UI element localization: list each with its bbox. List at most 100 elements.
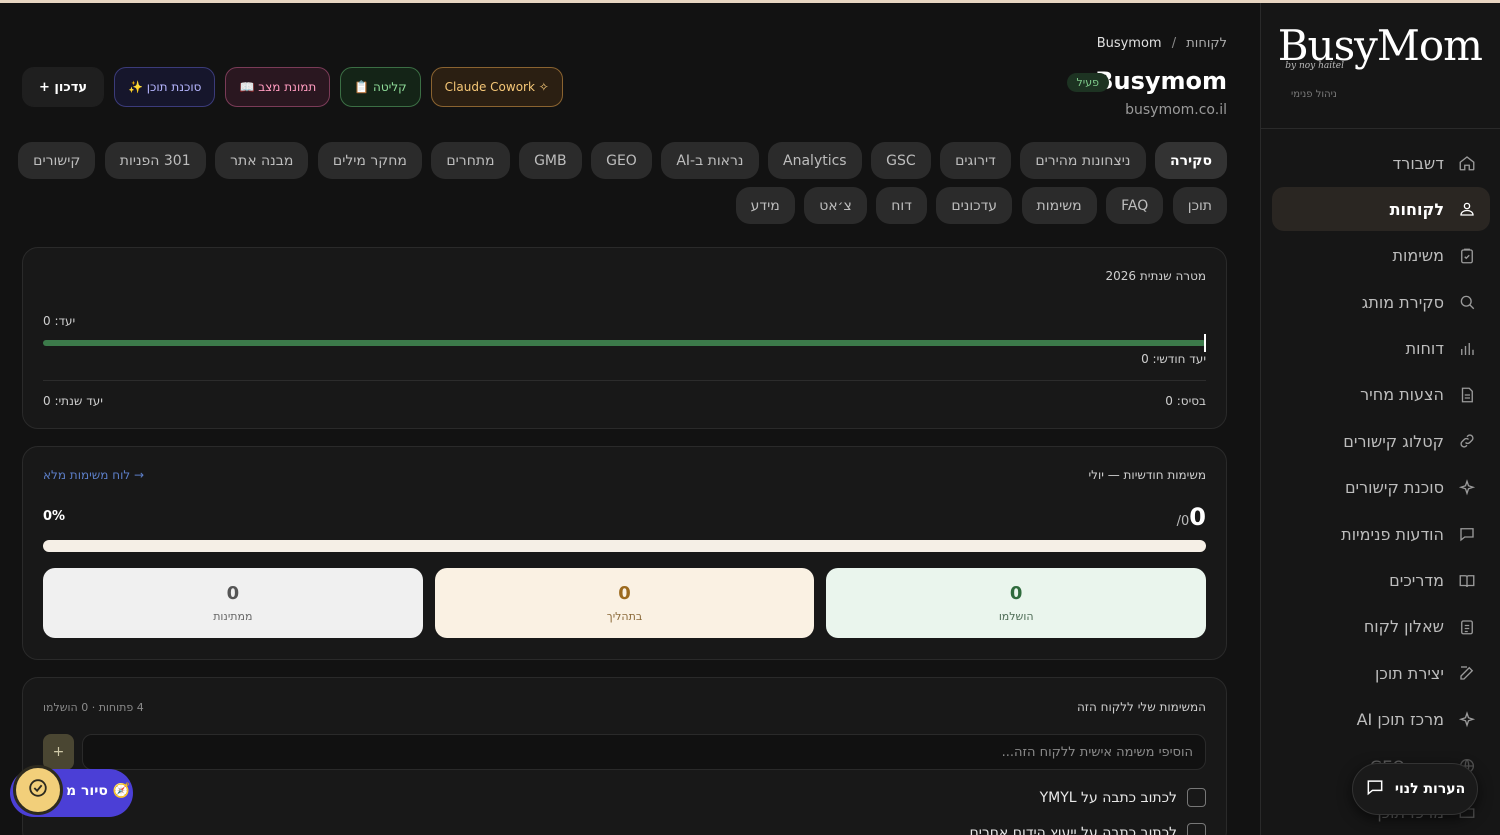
intake-button[interactable]: 📋 קליטה xyxy=(340,67,421,107)
stat-label: הושלמו xyxy=(998,610,1034,623)
edit-icon xyxy=(1456,662,1478,684)
client-tabs: סקירה ניצחונות מהירים דירוגים GSC Analyt… xyxy=(18,142,1227,232)
tab-rankings[interactable]: דירוגים xyxy=(940,142,1011,179)
sidebar-item-quotes[interactable]: הצעות מחיר xyxy=(1272,373,1490,417)
breadcrumb-parent[interactable]: לקוחות xyxy=(1186,36,1227,51)
annual-goal-title: מטרה שנתית 2026 xyxy=(1105,269,1206,283)
search-icon xyxy=(1456,291,1478,313)
stat-pending: 0 ממתינות xyxy=(42,568,423,638)
my-tasks-card: המשימות שלי ללקוח הזה 4 פתוחות · 0 הושלמ… xyxy=(22,677,1227,835)
status-snapshot-button[interactable]: 📖 תמונת מצב xyxy=(225,67,331,107)
sidebar-nav: דשבורד לקוחות משימות סקירת מותג דוחות הצ… xyxy=(1272,141,1490,835)
main-content: לקוחות / Busymom Busymom פעיל busymom.co… xyxy=(18,3,1227,835)
sidebar-item-client-questionnaire[interactable]: שאלון לקוח xyxy=(1272,605,1490,649)
users-icon xyxy=(1456,198,1478,220)
sidebar-item-guides[interactable]: מדריכים xyxy=(1272,559,1490,603)
full-task-board-link[interactable]: → לוח משימות מלא xyxy=(43,468,144,482)
breadcrumb: לקוחות / Busymom xyxy=(1097,36,1227,51)
add-task-input[interactable] xyxy=(82,734,1206,770)
sidebar-item-link-agent[interactable]: סוכנת קישורים xyxy=(1272,466,1490,510)
task-item[interactable]: לכתוב כתבה על ייעוץ הידום אחרים xyxy=(969,823,1206,835)
stat-completed: 0 הושלמו xyxy=(826,568,1206,638)
sidebar-item-label: הצעות מחיר xyxy=(1360,385,1444,405)
sidebar-item-label: מדריכים xyxy=(1389,571,1444,591)
sidebar-item-label: דוחות xyxy=(1405,339,1444,359)
status-badge: פעיל xyxy=(1066,73,1109,92)
claude-cowork-button[interactable]: Claude Cowork ✧ xyxy=(430,67,563,107)
task-item[interactable]: לכתוב כתבה על YMYL xyxy=(1040,788,1206,807)
task-checkbox[interactable] xyxy=(1187,788,1206,807)
tab-chat[interactable]: צ׳אט xyxy=(804,187,867,224)
add-task-row: + xyxy=(43,734,1206,770)
sidebar-item-internal-messages[interactable]: הודעות פנימיות xyxy=(1272,512,1490,556)
sidebar-item-label: סקירת מותג xyxy=(1361,292,1444,312)
sidebar-item-label: משימות xyxy=(1392,246,1444,266)
add-task-button[interactable]: + xyxy=(43,734,74,770)
breadcrumb-current: Busymom xyxy=(1096,36,1162,51)
sidebar-item-label: סוכנת קישורים xyxy=(1344,478,1444,498)
tab-report[interactable]: דוח xyxy=(876,187,927,224)
tab-content[interactable]: תוכן xyxy=(1172,187,1227,224)
tasks-total: /0 xyxy=(1176,514,1190,529)
checklist-button[interactable] xyxy=(13,765,63,815)
sidebar-item-link-catalog[interactable]: קטלוג קישורים xyxy=(1272,419,1490,463)
tab-analytics[interactable]: Analytics xyxy=(768,142,862,179)
stat-value: 0 xyxy=(226,583,240,604)
feedback-button[interactable]: הערות לנוי xyxy=(1352,763,1478,815)
client-url[interactable]: busymom.co.il xyxy=(1125,102,1227,118)
baseline: בסיס: 0 xyxy=(1165,394,1206,408)
tab-keyword-research[interactable]: מחקר מילים xyxy=(317,142,422,179)
tab-site-structure[interactable]: מבנה אתר xyxy=(215,142,309,179)
sidebar-item-brand-review[interactable]: סקירת מותג xyxy=(1272,280,1490,324)
content-agent-button[interactable]: ✨ סוכנת תוכן xyxy=(114,67,216,107)
sidebar-item-label: שאלון לקוח xyxy=(1363,617,1444,637)
my-tasks-summary: 4 פתוחות · 0 הושלמו xyxy=(43,701,144,714)
task-checkbox[interactable] xyxy=(1187,823,1206,835)
my-tasks-title: המשימות שלי ללקוח הזה xyxy=(1076,700,1206,714)
tab-gmb[interactable]: GMB xyxy=(519,142,582,179)
tab-gsc[interactable]: GSC xyxy=(871,142,931,179)
logo-area: BusyMom by noy haitel ניהול פנימי xyxy=(1261,3,1500,129)
tab-updates[interactable]: עדכונים xyxy=(936,187,1013,224)
tasks-count: /00 xyxy=(1177,503,1206,531)
goal-marker xyxy=(1204,334,1206,352)
clipboard-check-icon xyxy=(1456,245,1478,267)
tab-tasks[interactable]: משימות xyxy=(1021,187,1097,224)
add-update-button[interactable]: + עדכון xyxy=(22,67,105,107)
goal-progress-bar xyxy=(43,340,1206,346)
tab-faq[interactable]: FAQ xyxy=(1106,187,1164,224)
sidebar-item-label: מרכז תוכן AI xyxy=(1356,710,1444,730)
tab-row-2: תוכן FAQ משימות עדכונים דוח צ׳אט מידע xyxy=(22,187,1227,224)
goal-target: יעד: 0 xyxy=(43,314,76,328)
tab-quick-wins[interactable]: ניצחונות מהירים xyxy=(1020,142,1146,179)
tasks-percent: 0% xyxy=(43,509,66,524)
tab-info[interactable]: מידע xyxy=(735,187,795,224)
tab-overview[interactable]: סקירה xyxy=(1155,142,1227,179)
sidebar: BusyMom by noy haitel ניהול פנימי דשבורד… xyxy=(1260,3,1500,835)
sidebar-item-tasks[interactable]: משימות xyxy=(1272,234,1490,278)
task-label: לכתוב כתבה על ייעוץ הידום אחרים xyxy=(969,824,1177,835)
tab-links[interactable]: קישורים xyxy=(18,142,96,179)
monthly-target: יעד חודשי: 0 xyxy=(1141,352,1206,366)
sidebar-item-reports[interactable]: דוחות xyxy=(1272,327,1490,371)
sidebar-item-content-creation[interactable]: יצירת תוכן xyxy=(1272,651,1490,695)
sidebar-item-ai-content-center[interactable]: מרכז תוכן AI xyxy=(1272,698,1490,742)
stat-label: ממתינות xyxy=(213,610,253,623)
sidebar-item-label: דשבורד xyxy=(1392,153,1444,173)
action-buttons: + עדכון ✨ סוכנת תוכן 📖 תמונת מצב 📋 קליטה… xyxy=(22,67,563,107)
chat-bubble-icon xyxy=(1365,777,1385,801)
tab-ai-visibility[interactable]: נראות ב-AI xyxy=(661,142,759,179)
check-circle-icon xyxy=(27,777,49,803)
sidebar-item-label: לקוחות xyxy=(1389,199,1444,219)
annual-goal-card: מטרה שנתית 2026 יעד: 0 יעד חודשי: 0 יעד … xyxy=(22,247,1227,429)
tab-competitors[interactable]: מתחרים xyxy=(431,142,510,179)
home-icon xyxy=(1456,152,1478,174)
monthly-tasks-title: משימות חודשיות — יולי xyxy=(1088,468,1206,482)
tab-geo[interactable]: GEO xyxy=(591,142,652,179)
link-icon xyxy=(1456,430,1478,452)
sidebar-item-clients[interactable]: לקוחות xyxy=(1272,187,1490,232)
tasks-progress-bar xyxy=(43,540,1206,552)
tab-redirects[interactable]: 301 הפניות xyxy=(104,142,206,179)
sparkles-icon xyxy=(1456,709,1478,731)
sidebar-item-dashboard[interactable]: דשבורד xyxy=(1272,141,1490,185)
